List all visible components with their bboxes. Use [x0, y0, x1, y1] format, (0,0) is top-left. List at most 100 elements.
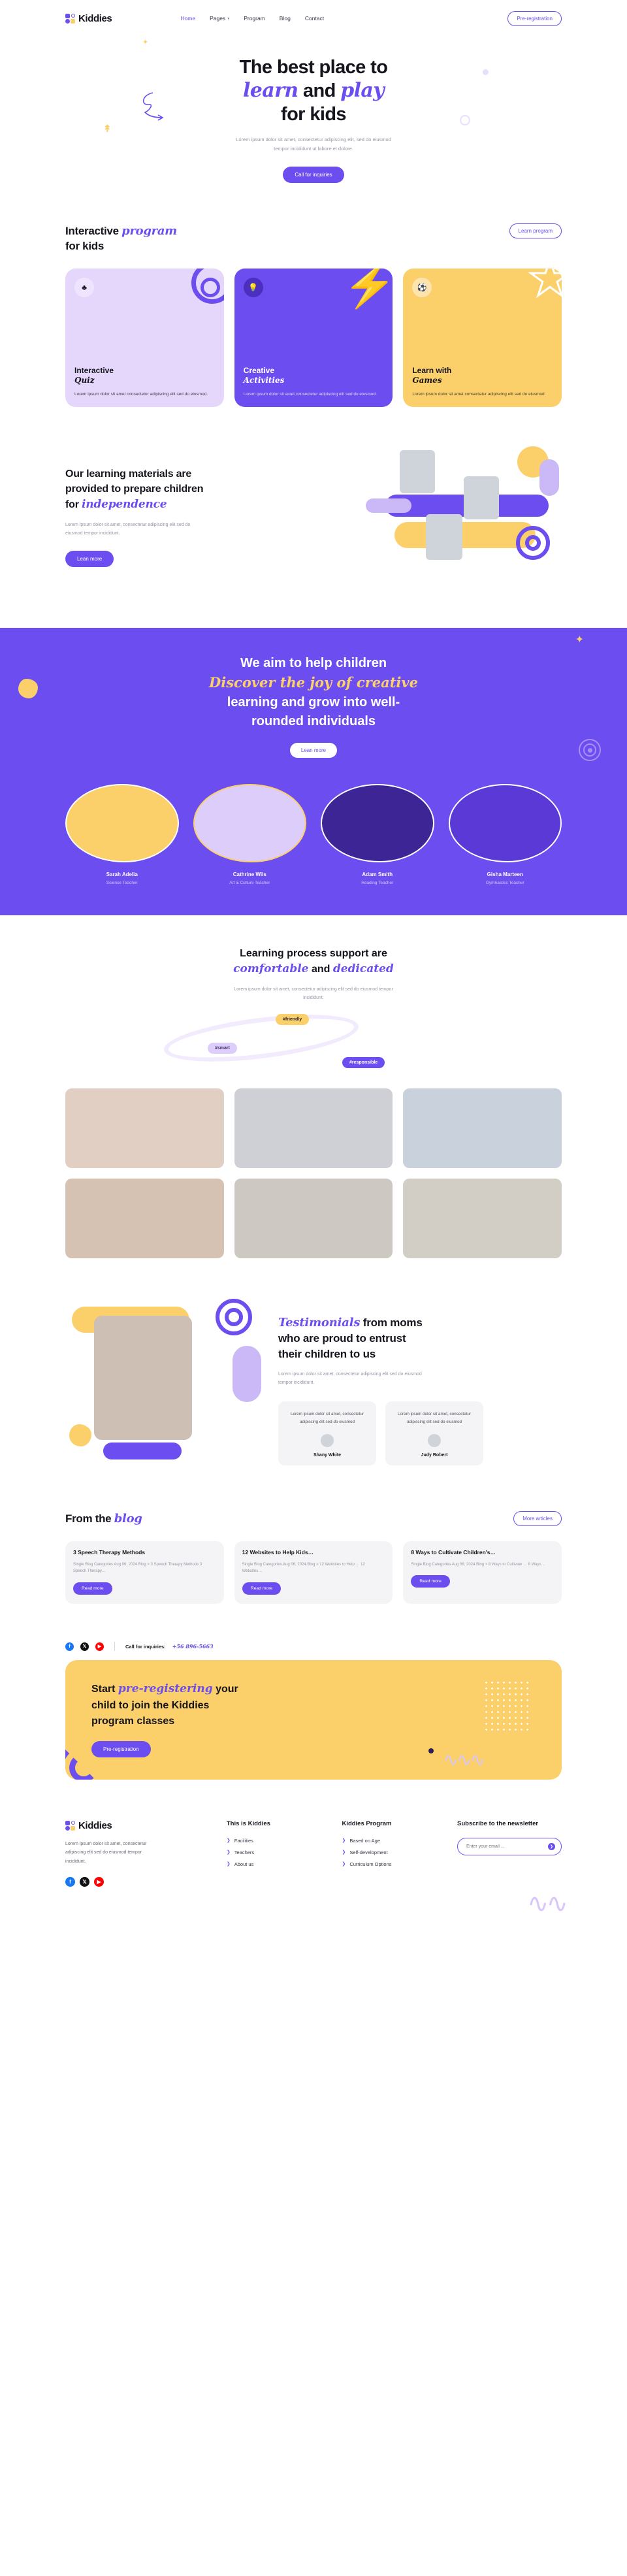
tag-cloud: #friendly #smart #responsible: [65, 1006, 562, 1071]
avatar: [321, 1433, 334, 1447]
newsletter-form[interactable]: ❯: [457, 1837, 562, 1855]
footer-wave-decoration: ∿∿: [526, 1889, 568, 1918]
teacher-card[interactable]: Cathrine Wils Art & Culture Teacher: [193, 784, 306, 885]
nav-item-program[interactable]: Program: [244, 15, 265, 22]
facebook-icon[interactable]: f: [65, 1642, 74, 1651]
hero-line-3: for kids: [281, 103, 347, 125]
read-more-button[interactable]: Read more: [73, 1582, 112, 1595]
band-line-4: rounded individuals: [251, 714, 376, 729]
footer-link-label: Based on Age: [349, 1837, 381, 1844]
x-icon[interactable]: 𝕏: [80, 1642, 89, 1651]
teacher-role: Gymnastics Teacher: [485, 881, 524, 886]
ring-decoration-inner: [200, 278, 220, 298]
blog-post-card[interactable]: 3 Speech Therapy Methods Single Blog Cat…: [65, 1541, 224, 1605]
cta-line-1b: your: [212, 1684, 238, 1695]
scribble-pill: [366, 498, 411, 514]
photo-child-1: [400, 450, 435, 494]
footer-link-teachers[interactable]: ❯ Teachers: [227, 1850, 319, 1855]
program-card-activities[interactable]: ⚡ 💡 Creative Activities Lorem ipsum dolo…: [234, 269, 393, 408]
teacher-card[interactable]: Sarah Adelia Science Teacher: [65, 784, 179, 885]
read-more-button[interactable]: Read more: [242, 1582, 281, 1595]
nav-item-blog[interactable]: Blog: [280, 15, 291, 22]
blog-post-meta: Single Blog Categories Aug 06, 2024 Blog…: [73, 1562, 202, 1574]
materials-line-1: Our learning materials are: [65, 468, 192, 480]
teacher-card[interactable]: Gisha Marteen Gymnastics Teacher: [448, 784, 562, 886]
target-icon: [579, 739, 601, 762]
footer-brand-logo[interactable]: Kiddies: [65, 1820, 203, 1831]
puzzle-icon: ♣: [74, 278, 94, 298]
x-icon[interactable]: 𝕏: [80, 1876, 89, 1887]
card-icon-glyph: ⚽: [417, 283, 427, 293]
tag-friendly[interactable]: #friendly: [276, 1014, 310, 1026]
tag-smart[interactable]: #smart: [208, 1043, 237, 1054]
footer-link-about-us[interactable]: ❯ About us: [227, 1861, 319, 1867]
teacher-card[interactable]: Adam Smith Reading Teacher: [321, 784, 434, 885]
hero-section: ✦ ↟ The best place to learn and play for…: [65, 31, 562, 196]
yellow-bar: [394, 522, 536, 549]
nav-item-home[interactable]: Home: [180, 15, 195, 22]
nav-label: Pages: [210, 15, 226, 22]
youtube-icon[interactable]: ▶: [95, 1642, 104, 1651]
card-description: Lorem ipsum dolor sit amet consectetur a…: [74, 391, 208, 397]
cta-pre-registration-button[interactable]: Pre-registration: [91, 1740, 151, 1757]
hero-line-2-learn: learn: [242, 79, 298, 103]
learn-program-button[interactable]: Learn program: [509, 223, 562, 239]
card-title: Creative Activities: [244, 366, 384, 386]
materials-learn-more-button[interactable]: Lean more: [65, 551, 114, 568]
footer-column-heading: This is Kiddies: [226, 1819, 270, 1827]
blog-post-card[interactable]: 12 Websites to Help Kids… Single Blog Ca…: [234, 1541, 393, 1605]
submit-arrow-icon[interactable]: ❯: [548, 1842, 556, 1850]
nav-item-contact[interactable]: Contact: [305, 15, 324, 22]
cta-heading: Start pre-registering your child to join…: [91, 1681, 536, 1729]
card-icon-glyph: 💡: [248, 283, 259, 293]
divider: [114, 1642, 115, 1652]
tag-responsible[interactable]: #responsible: [342, 1057, 385, 1069]
wave-decoration: ∿∿∿: [443, 1749, 485, 1770]
footer-link-self-development[interactable]: ❯ Self-development: [342, 1850, 434, 1855]
footer-link-label: Self-development: [349, 1849, 388, 1855]
youtube-icon[interactable]: ▶: [94, 1876, 104, 1887]
pre-registration-button[interactable]: Pre-registration: [507, 10, 562, 26]
card-title-main: Learn with: [412, 365, 452, 375]
newsletter-heading: Subscribe to the newsletter: [457, 1819, 539, 1827]
footer-link-facilities[interactable]: ❯ Facilities: [227, 1838, 319, 1844]
program-card-games[interactable]: ★ ⚽ Learn with Games Lorem ipsum dolor s…: [403, 269, 562, 408]
testimonial-quote: Lorem ipsum dolor sit amet, consectetur …: [291, 1412, 364, 1425]
blog-title-italic: blog: [114, 1511, 142, 1525]
hero-cta-button[interactable]: Call for inquiries: [283, 167, 344, 184]
photo-mom-and-child: [94, 1316, 192, 1441]
classroom-gallery: [65, 1088, 562, 1259]
email-input[interactable]: [466, 1844, 549, 1849]
gallery-photo: [65, 1088, 224, 1169]
band-line-3: learning and grow into well-: [227, 695, 400, 710]
photo-child-2: [464, 476, 499, 520]
testimonial-card[interactable]: Lorem ipsum dolor sit amet, consectetur …: [278, 1401, 376, 1465]
mission-band: ✦ We aim to help children Discover the j…: [0, 628, 627, 916]
footer-link-based-on-age[interactable]: ❯ Based on Age: [342, 1838, 434, 1844]
band-learn-more-button[interactable]: Lean more: [289, 743, 338, 758]
materials-section: Our learning materials are provided to p…: [65, 407, 562, 616]
footer-column-newsletter: Subscribe to the newsletter ❯: [457, 1820, 562, 1887]
phone-number[interactable]: +56 896-5663: [172, 1643, 214, 1650]
gallery-photo: [403, 1088, 562, 1169]
facebook-icon[interactable]: f: [65, 1876, 75, 1887]
read-more-button[interactable]: Read more: [411, 1575, 450, 1588]
program-card-quiz[interactable]: ♣ Interactive Quiz Lorem ipsum dolor sit…: [65, 269, 224, 408]
avatar: [428, 1433, 441, 1447]
more-articles-button[interactable]: More articles: [513, 1510, 562, 1526]
blog-post-title: 8 Ways to Cultivate Children's…: [411, 1549, 496, 1556]
program-section-header: Interactive program for kids Learn progr…: [65, 223, 562, 254]
testimonial-author: Judy Robert: [421, 1452, 448, 1458]
testimonial-card[interactable]: Lorem ipsum dolor sit amet, consectetur …: [385, 1401, 483, 1465]
program-title-a: Interactive: [65, 225, 122, 238]
cta-line-2: child to join the Kiddies: [91, 1699, 210, 1711]
yellow-blob-icon: [69, 1424, 91, 1447]
blog-post-card[interactable]: 8 Ways to Cultivate Children's… Single B…: [403, 1541, 562, 1605]
teacher-name: Gisha Marteen: [487, 872, 523, 878]
testimonial-cards: Lorem ipsum dolor sit amet, consectetur …: [278, 1401, 562, 1465]
brand-logo[interactable]: Kiddies: [65, 13, 112, 24]
footer-link-curriculum-options[interactable]: ❯ Curriculum Options: [342, 1861, 434, 1867]
materials-description: Lorem ipsum dolor sit amet, consectetur …: [65, 522, 191, 536]
nav-links: Home Pages ▾ Program Blog Contact: [180, 15, 324, 22]
nav-item-pages[interactable]: Pages ▾: [210, 15, 229, 22]
